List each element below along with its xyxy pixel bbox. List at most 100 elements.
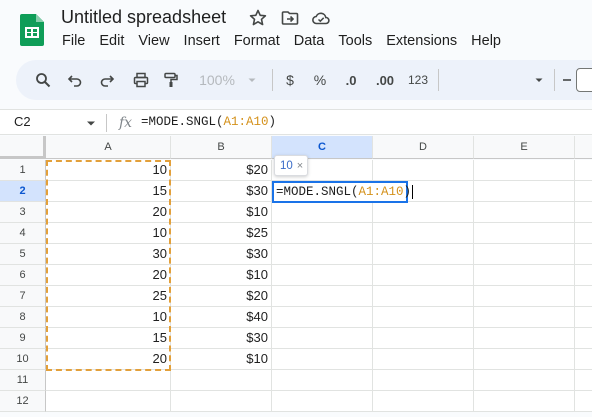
cell-f[interactable] [575,328,592,349]
cell-c[interactable] [272,370,373,391]
cell-d[interactable] [373,244,474,265]
cell-c[interactable] [272,391,373,412]
preview-close-icon[interactable]: × [297,160,303,172]
cell-d[interactable] [373,286,474,307]
cell-f[interactable] [575,223,592,244]
menu-help[interactable]: Help [471,33,501,49]
name-box[interactable]: C2 [14,114,31,129]
menu-extensions[interactable]: Extensions [386,33,457,49]
search-menus-icon[interactable] [32,60,54,100]
menu-view[interactable]: View [138,33,169,49]
cell-b[interactable] [171,391,272,412]
cell-f[interactable] [575,370,592,391]
cell-a[interactable]: 20 [46,202,171,223]
cell-a[interactable]: 15 [46,181,171,202]
row-header[interactable]: 6 [0,265,46,286]
cell-e[interactable] [474,181,575,202]
row-header[interactable]: 9 [0,328,46,349]
row-header[interactable]: 4 [0,223,46,244]
cell-d[interactable] [373,328,474,349]
cell-a[interactable]: 10 [46,307,171,328]
cell-c[interactable] [272,202,373,223]
active-cell-editor[interactable]: =MODE.SNGL(A1:A10) [272,181,414,203]
cell-c[interactable] [272,349,373,370]
cell-b[interactable]: $30 [171,244,272,265]
column-header-b[interactable]: B [171,136,272,159]
cell-e[interactable] [474,223,575,244]
column-header-d[interactable]: D [373,136,474,159]
cell-a[interactable]: 10 [46,160,171,181]
redo-icon[interactable] [96,60,118,100]
font-family-select[interactable] [444,60,544,100]
cell-a[interactable] [46,391,171,412]
format-currency-button[interactable]: $ [280,60,300,100]
column-header-f[interactable] [575,136,592,159]
row-header[interactable]: 8 [0,307,46,328]
cell-f[interactable] [575,244,592,265]
cell-d[interactable] [373,223,474,244]
cell-c[interactable] [272,328,373,349]
row-header[interactable]: 11 [0,370,46,391]
cell-a[interactable]: 15 [46,328,171,349]
cell-f[interactable] [575,349,592,370]
decrease-font-size-icon[interactable] [560,60,574,100]
cell-c[interactable] [272,307,373,328]
column-header-a[interactable]: A [46,136,171,159]
cell-d[interactable] [373,391,474,412]
cell-e[interactable] [474,286,575,307]
increase-decimal-button[interactable]: .00 [370,60,400,100]
sheets-logo-icon[interactable] [20,14,44,46]
cell-a[interactable]: 30 [46,244,171,265]
cell-d[interactable] [373,370,474,391]
cell-b[interactable]: $10 [171,265,272,286]
cell-c[interactable] [272,244,373,265]
more-formats-button[interactable]: 123 [406,60,430,100]
menu-insert[interactable]: Insert [184,33,220,49]
format-percent-button[interactable]: % [310,60,330,100]
cell-a[interactable]: 20 [46,349,171,370]
select-all-corner[interactable] [0,136,46,159]
cell-d[interactable] [373,265,474,286]
decrease-decimal-button[interactable]: .0 [338,60,364,100]
cell-f[interactable] [575,160,592,181]
name-box-dropdown-icon[interactable] [86,120,96,128]
row-header[interactable]: 5 [0,244,46,265]
cell-b[interactable]: $20 [171,286,272,307]
cell-f[interactable] [575,391,592,412]
cell-a[interactable] [46,370,171,391]
menu-tools[interactable]: Tools [338,33,372,49]
cell-d[interactable] [373,307,474,328]
cloud-saved-icon[interactable] [311,8,331,28]
column-header-e[interactable]: E [474,136,575,159]
menu-file[interactable]: File [62,33,85,49]
document-title[interactable]: Untitled spreadsheet [61,7,226,28]
row-header[interactable]: 2 [0,181,46,202]
menu-edit[interactable]: Edit [99,33,124,49]
cell-e[interactable] [474,307,575,328]
cell-a[interactable]: 10 [46,223,171,244]
star-icon[interactable] [248,8,268,28]
cell-b[interactable]: $30 [171,181,272,202]
cell-f[interactable] [575,181,592,202]
cell-e[interactable] [474,391,575,412]
cell-b[interactable]: $40 [171,307,272,328]
row-header[interactable]: 3 [0,202,46,223]
formula-input[interactable]: =MODE.SNGL(A1:A10) [141,115,276,129]
cell-e[interactable] [474,202,575,223]
cell-c[interactable] [272,223,373,244]
cell-a[interactable]: 25 [46,286,171,307]
cell-a[interactable]: 20 [46,265,171,286]
cell-b[interactable]: $10 [171,349,272,370]
row-header[interactable]: 10 [0,349,46,370]
cell-b[interactable]: $20 [171,160,272,181]
cell-e[interactable] [474,265,575,286]
cell-d[interactable] [373,160,474,181]
cell-b[interactable]: $10 [171,202,272,223]
cell-e[interactable] [474,370,575,391]
cell-c[interactable] [272,286,373,307]
zoom-select[interactable]: 100% [196,60,260,100]
row-header[interactable]: 7 [0,286,46,307]
menu-format[interactable]: Format [234,33,280,49]
cell-c[interactable] [272,265,373,286]
cell-e[interactable] [474,328,575,349]
